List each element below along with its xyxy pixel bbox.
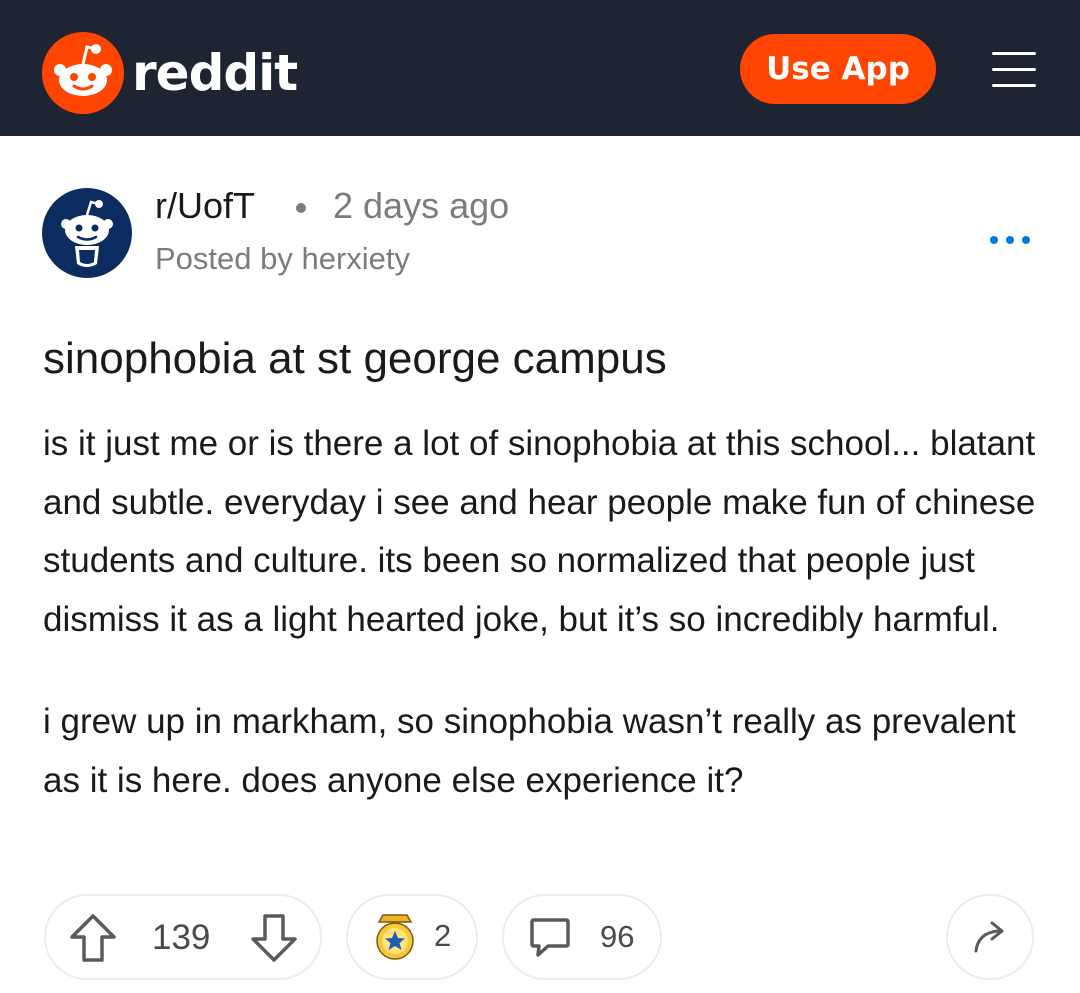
reddit-wordmark: reddit xyxy=(132,44,298,102)
subreddit-snoo-icon[interactable] xyxy=(42,188,132,278)
more-options-icon[interactable] xyxy=(990,232,1030,248)
reddit-logo[interactable]: reddit xyxy=(42,32,298,114)
share-arrow-icon xyxy=(974,921,1004,953)
comment-bubble-icon xyxy=(530,918,570,957)
award-badge-icon xyxy=(376,914,414,960)
comments-button[interactable]: 96 xyxy=(502,894,662,980)
award-button[interactable]: 2 xyxy=(346,894,478,980)
vote-control: 139 xyxy=(44,894,322,980)
downvote-arrow-icon[interactable] xyxy=(249,912,299,964)
reddit-snoo-icon xyxy=(42,32,124,114)
use-app-button[interactable]: Use App xyxy=(740,34,936,104)
post-paragraph: i grew up in markham, so sinophobia wasn… xyxy=(43,702,1016,800)
share-button[interactable] xyxy=(946,894,1034,980)
meta-separator-dot xyxy=(296,203,306,213)
subreddit-name[interactable]: r/UofT xyxy=(155,185,255,227)
post-title: sinophobia at st george campus xyxy=(43,334,667,383)
upvote-arrow-icon[interactable] xyxy=(68,912,118,964)
hamburger-menu-icon[interactable] xyxy=(992,50,1036,90)
award-count: 2 xyxy=(434,918,452,953)
posted-by-user[interactable]: Posted by herxiety xyxy=(155,241,410,277)
post-paragraph: is it just me or is there a lot of sinop… xyxy=(43,424,1036,639)
top-nav-bar: reddit Use App xyxy=(0,0,1080,136)
vote-count: 139 xyxy=(152,918,211,957)
post-age: 2 days ago xyxy=(333,185,510,226)
post-body: is it just me or is there a lot of sinop… xyxy=(43,415,1043,810)
comment-count: 96 xyxy=(600,919,635,954)
